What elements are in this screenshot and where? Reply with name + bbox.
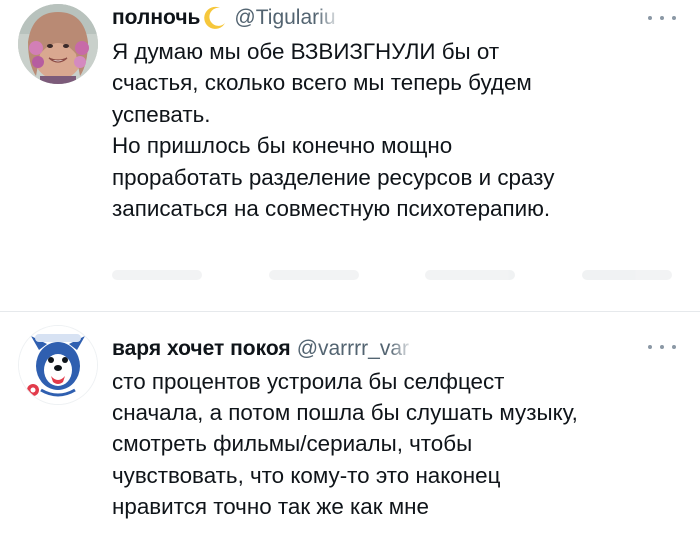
tweet-line: Я думаю мы обе ВЗВИЗГНУЛИ бы от: [112, 39, 500, 64]
tweet-line: сто процентов устроила бы селфцест: [112, 369, 505, 394]
tweet-header: полночь @Tigulariu: [112, 4, 342, 32]
display-name[interactable]: варя хочет покоя: [112, 337, 291, 361]
avatar[interactable]: [18, 4, 98, 84]
tweet-line: счастья, сколько всего мы теперь будем: [112, 70, 532, 96]
tweet-line: чувствовать, что кому-то это наконец: [112, 462, 501, 488]
tweet-line: Но пришлось бы конечно мощно: [112, 133, 453, 159]
tweet-header: варя хочет покоя @varrrr_var: [112, 335, 416, 363]
tweet-line: сначала, а потом пошла бы слушать музыку…: [112, 400, 578, 426]
handle-fade: [389, 338, 416, 360]
crescent-moon-icon: [202, 5, 228, 31]
tweet-line: смотреть фильмы/сериалы, чтобы: [112, 431, 473, 457]
tweet-line: записаться на совместную психотерапию.: [112, 196, 551, 222]
tweet-text: Я думаю мы обе ВЗВИЗГНУЛИ бы от счастья,…: [112, 36, 682, 224]
tweet-text: сто процентов устроила бы селфцест снача…: [112, 366, 692, 522]
more-options-icon[interactable]: [648, 12, 676, 24]
avatar-photo-icon: [18, 4, 98, 84]
tweet-line: проработать разделение ресурсов и сразу: [112, 164, 555, 190]
tweet-line: успевать.: [112, 101, 211, 127]
cartoon-dog-avatar-icon: [19, 326, 97, 404]
divider: [0, 311, 700, 312]
tweet[interactable]: полночь @Tigulariu Я думаю мы обе ВЗВИЗГ…: [0, 0, 700, 312]
display-name[interactable]: полночь: [112, 6, 200, 30]
tweet-line: нравится точно так же как мне: [112, 493, 429, 519]
more-options-icon[interactable]: [648, 341, 676, 353]
handle-fade: [315, 7, 342, 29]
action-bar: [112, 262, 672, 288]
avatar[interactable]: [18, 325, 98, 405]
